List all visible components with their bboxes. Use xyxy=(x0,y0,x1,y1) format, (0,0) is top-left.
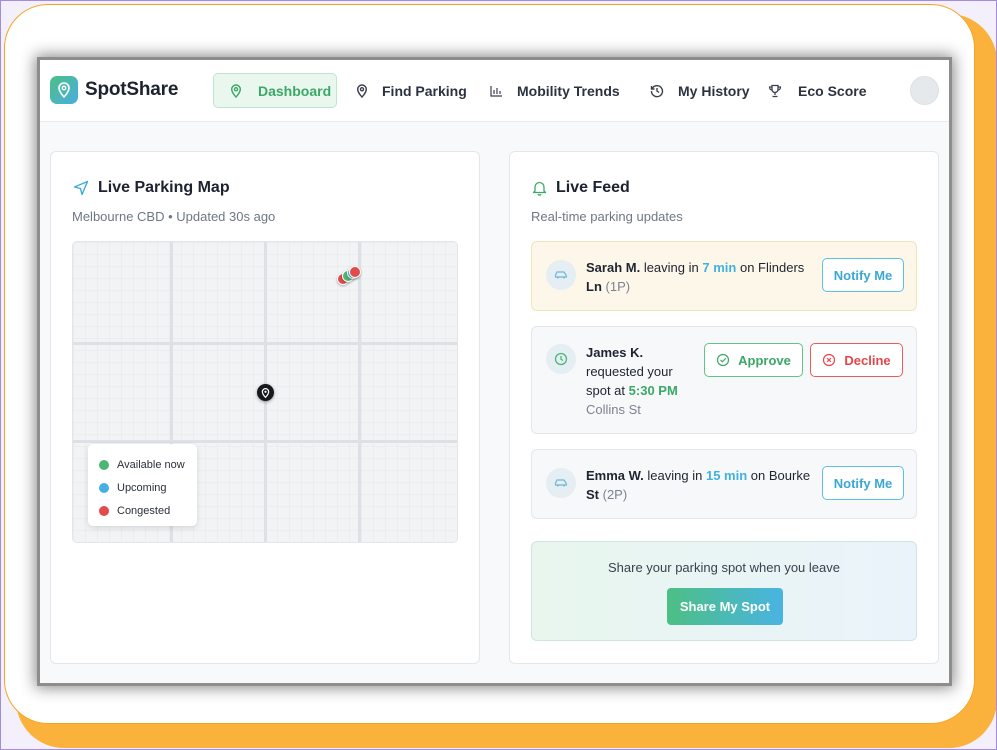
feed-item-street: Ln xyxy=(586,279,602,294)
decline-label: Decline xyxy=(844,352,891,368)
feed-item-action: leaving in xyxy=(647,468,703,483)
live-feed-panel: Live Feed Real-time parking updates Sara… xyxy=(509,151,939,664)
nav-item-label: Dashboard xyxy=(258,82,332,99)
bell-icon xyxy=(532,181,547,196)
car-icon xyxy=(546,260,576,290)
feed-item-action: requested your xyxy=(586,364,673,379)
trophy-icon xyxy=(768,84,782,97)
car-icon xyxy=(546,468,576,498)
feed-item: James K. requested your spot at 5:30 PM … xyxy=(531,326,917,434)
legend-dot xyxy=(99,505,109,516)
feed-item-text: James K. requested your spot at 5:30 PM … xyxy=(586,343,696,419)
feed-item-text: Emma W. leaving in 15 min on Bourke St (… xyxy=(586,466,816,504)
nav-item-find-parking[interactable]: Find Parking xyxy=(344,73,479,108)
feed-item-action-tail: spot at xyxy=(586,383,626,398)
feed-item: Sarah M. leaving in 7 min on Flinders Ln… xyxy=(531,241,917,311)
feed-item-location-pre: on Flinders xyxy=(739,260,805,275)
feed-item: Emma W. leaving in 15 min on Bourke St (… xyxy=(531,449,917,519)
x-circle-icon xyxy=(823,353,836,367)
nav-item-label: Find Parking xyxy=(382,82,467,99)
feed-user-name: Emma W. xyxy=(586,468,644,483)
feed-item-zone: (1P) xyxy=(605,279,631,294)
legend-label: Available now xyxy=(117,458,185,471)
map-panel-title: Live Parking Map xyxy=(98,179,230,196)
feed-panel-title: Live Feed xyxy=(556,179,630,196)
feed-item-street: Collins St xyxy=(586,402,641,417)
map-panel-subtitle: Melbourne CBD • Updated 30s ago xyxy=(72,209,276,224)
legend-item-congested: Congested xyxy=(99,499,197,522)
feed-panel-heading: Live Feed xyxy=(532,179,630,197)
nav-item-mobility-trends[interactable]: Mobility Trends xyxy=(478,73,632,108)
feed-item-text: Sarah M. leaving in 7 min on Flinders Ln… xyxy=(586,258,816,296)
legend-dot xyxy=(99,482,109,493)
approve-label: Approve xyxy=(738,352,791,368)
nav-item-my-history[interactable]: My History xyxy=(638,73,762,108)
share-my-spot-button[interactable]: Share My Spot xyxy=(667,588,783,625)
legend-item-available: Available now xyxy=(99,453,197,476)
clock-icon xyxy=(546,344,576,374)
feed-panel-subtitle: Real-time parking updates xyxy=(531,209,683,224)
nav-item-eco-score[interactable]: Eco Score xyxy=(756,73,878,108)
map-pin-icon xyxy=(356,83,368,98)
nav-item-label: Mobility Trends xyxy=(517,82,620,99)
app-window: SpotShare Dashboard Find Parking Mobilit… xyxy=(40,60,949,683)
parking-map[interactable]: Available now Upcoming Congested xyxy=(72,241,458,543)
feed-item-time: 5:30 PM xyxy=(628,383,678,398)
current-location-marker[interactable] xyxy=(257,384,274,401)
map-road xyxy=(73,440,457,443)
nav-item-dashboard[interactable]: Dashboard xyxy=(213,73,337,108)
top-nav: SpotShare Dashboard Find Parking Mobilit… xyxy=(40,60,949,122)
notify-me-button[interactable]: Notify Me xyxy=(822,466,904,500)
map-road xyxy=(358,242,361,542)
legend-label: Upcoming xyxy=(117,481,167,494)
bar-chart-icon xyxy=(490,85,502,97)
legend-dot xyxy=(99,459,109,470)
check-circle-icon xyxy=(717,353,730,367)
nav-item-label: My History xyxy=(678,82,750,99)
feed-user-name: James K. xyxy=(586,345,644,360)
nav-item-label: Eco Score xyxy=(798,82,867,99)
feed-item-zone: (2P) xyxy=(602,487,628,502)
notify-me-button[interactable]: Notify Me xyxy=(822,258,904,292)
map-pin-icon xyxy=(261,387,270,398)
navigation-arrow-icon xyxy=(73,180,89,196)
feed-item-location-pre: on Bourke xyxy=(750,468,811,483)
feed-item-street: St xyxy=(586,487,599,502)
decline-button[interactable]: Decline xyxy=(810,343,903,377)
live-parking-map-panel: Live Parking Map Melbourne CBD • Updated… xyxy=(50,151,480,664)
app-logo[interactable] xyxy=(50,76,78,104)
feed-item-action: leaving in xyxy=(643,260,699,275)
map-pin-icon xyxy=(58,82,70,98)
history-icon xyxy=(650,84,664,97)
map-panel-heading: Live Parking Map xyxy=(73,179,230,197)
map-road xyxy=(73,342,457,345)
avatar[interactable] xyxy=(910,76,939,105)
legend-item-upcoming: Upcoming xyxy=(99,476,197,499)
share-spot-text: Share your parking spot when you leave xyxy=(608,560,840,575)
brand-name: SpotShare xyxy=(85,79,179,100)
map-legend: Available now Upcoming Congested xyxy=(88,444,197,526)
parking-spot-marker-congested[interactable] xyxy=(349,266,361,278)
legend-label: Congested xyxy=(117,504,171,517)
map-pin-icon xyxy=(230,83,242,98)
approve-button[interactable]: Approve xyxy=(704,343,803,377)
feed-user-name: Sarah M. xyxy=(586,260,641,275)
share-spot-box: Share your parking spot when you leave S… xyxy=(531,541,917,641)
feed-item-time: 15 min xyxy=(705,468,748,483)
feed-item-time: 7 min xyxy=(702,260,737,275)
